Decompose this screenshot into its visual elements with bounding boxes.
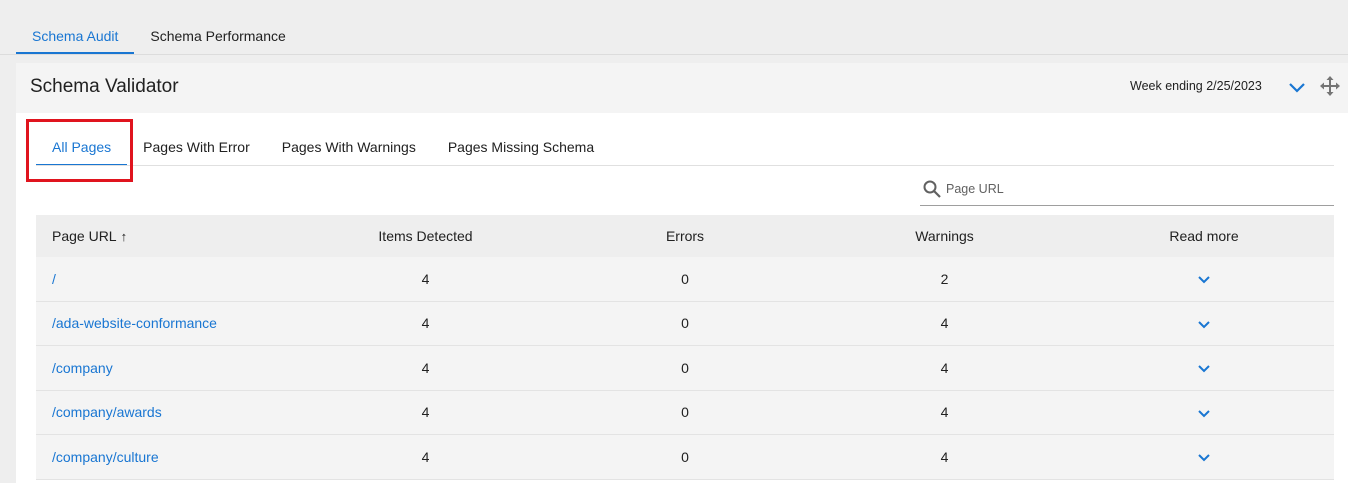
expand-chevron-icon[interactable]: [1196, 360, 1212, 376]
tab-pages-with-warnings[interactable]: Pages With Warnings: [266, 128, 432, 166]
page-url-search: [920, 173, 1334, 206]
page-url-link[interactable]: /company: [52, 360, 113, 376]
table-row: /company/culture 4 0 4: [36, 435, 1334, 480]
top-tabs-divider: [0, 54, 1348, 55]
expand-chevron-icon[interactable]: [1196, 271, 1212, 287]
sort-ascending-icon: ↑: [120, 229, 128, 244]
header-page-url[interactable]: Page URL ↑: [36, 228, 296, 244]
errors-cell: 0: [681, 270, 689, 287]
schema-table: Page URL ↑ Items Detected Errors Warnings…: [36, 215, 1334, 480]
items-detected-cell: 4: [421, 315, 430, 332]
warnings-cell: 4: [940, 404, 949, 421]
items-detected-cell: 4: [421, 270, 430, 287]
page-url-link[interactable]: /company/culture: [52, 449, 159, 465]
card-header: Schema Validator Week ending 2/25/2023: [16, 63, 1348, 113]
table-row: /ada-website-conformance 4 0 4: [36, 301, 1334, 346]
errors-cell: 0: [681, 448, 689, 465]
week-ending-label: Week ending 2/25/2023: [1130, 79, 1262, 93]
tab-schema-audit[interactable]: Schema Audit: [16, 18, 135, 54]
table-header: Page URL ↑ Items Detected Errors Warnings…: [36, 215, 1334, 257]
collapse-chevron-button[interactable]: [1286, 76, 1308, 98]
items-detected-cell: 4: [421, 404, 430, 421]
warnings-cell: 4: [940, 448, 949, 465]
items-detected-cell: 4: [421, 448, 430, 465]
search-icon: [923, 180, 941, 198]
expand-chevron-icon[interactable]: [1196, 405, 1212, 421]
items-detected-cell: 4: [421, 359, 430, 376]
table-row: /company/awards 4 0 4: [36, 390, 1334, 435]
search-input[interactable]: [946, 182, 1326, 196]
tab-pages-missing-schema[interactable]: Pages Missing Schema: [432, 128, 610, 166]
highlight-annotation-box: [26, 119, 133, 182]
card-title: Schema Validator: [30, 76, 179, 97]
warnings-cell: 4: [940, 315, 949, 332]
table-row: /company 4 0 4: [36, 346, 1334, 391]
tab-pages-with-error[interactable]: Pages With Error: [127, 128, 266, 166]
top-tab-bar: Schema Audit Schema Performance: [16, 18, 302, 54]
inner-tabs-divider: [36, 165, 1334, 166]
errors-cell: 0: [681, 404, 689, 421]
expand-chevron-icon[interactable]: [1196, 316, 1212, 332]
page-url-link[interactable]: /: [52, 271, 56, 287]
table-row: / 4 0 2: [36, 257, 1334, 302]
page-url-link[interactable]: /ada-website-conformance: [52, 315, 217, 331]
header-read-more: Read more: [1169, 228, 1239, 244]
schema-validator-card: Schema Validator Week ending 2/25/2023 A…: [16, 63, 1348, 483]
tab-schema-performance[interactable]: Schema Performance: [134, 18, 301, 54]
move-handle[interactable]: [1320, 76, 1340, 96]
page-url-link[interactable]: /company/awards: [52, 404, 162, 420]
header-errors[interactable]: Errors: [555, 228, 815, 244]
chevron-down-icon: [1289, 83, 1305, 93]
expand-chevron-icon[interactable]: [1196, 449, 1212, 465]
move-icon: [1320, 76, 1340, 96]
errors-cell: 0: [681, 359, 689, 376]
warnings-cell: 4: [940, 359, 949, 376]
header-items-detected[interactable]: Items Detected: [296, 228, 555, 244]
errors-cell: 0: [681, 315, 689, 332]
header-warnings[interactable]: Warnings: [815, 228, 1074, 244]
warnings-cell: 2: [940, 270, 949, 287]
header-page-url-label: Page URL: [52, 228, 117, 244]
